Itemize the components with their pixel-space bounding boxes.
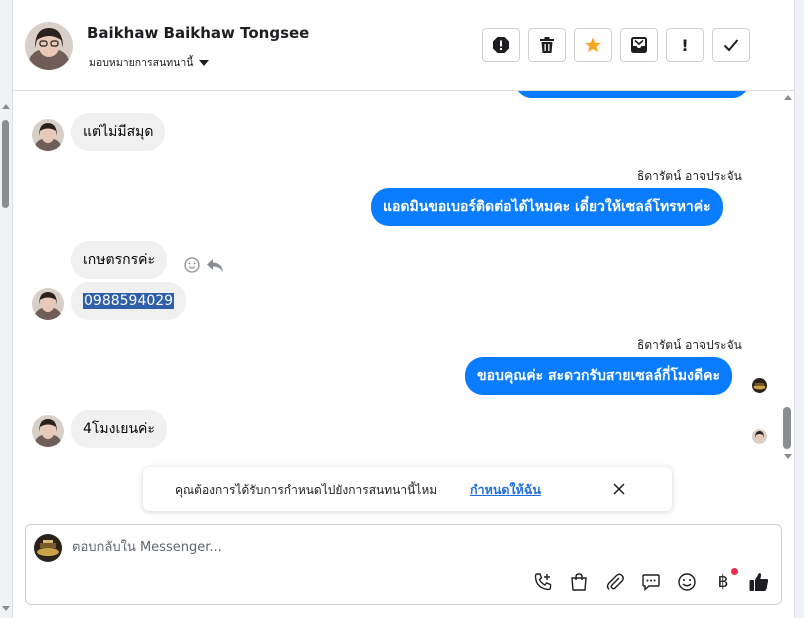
- message-bubble-incoming-phone[interactable]: 0988594029: [71, 282, 187, 320]
- scrollbar-thumb[interactable]: [783, 407, 791, 449]
- assign-suggestion-text: คุณต้องการได้รับการกำหนดไปยังการสนทนานี้…: [175, 483, 438, 497]
- message-hover-actions: [184, 257, 224, 273]
- call-add-icon: [534, 573, 552, 591]
- thumbs-up-icon: [749, 573, 769, 591]
- shopping-bag-icon: [571, 573, 587, 591]
- assign-to-me-link[interactable]: กำหนดให้ฉัน: [470, 480, 541, 500]
- scroll-down-arrow[interactable]: [784, 454, 792, 459]
- sender-avatar-image: [32, 415, 64, 447]
- message-bubble-cutoff: [515, 91, 749, 98]
- contact-avatar[interactable]: [25, 22, 73, 70]
- sender-avatar-image: [32, 119, 64, 151]
- star-button[interactable]: [574, 28, 612, 62]
- baht-payment-icon: ฿: [717, 572, 729, 592]
- right-pane-edge: [794, 0, 804, 618]
- paperclip-icon: [606, 573, 624, 590]
- emoji-button[interactable]: [676, 571, 698, 593]
- composer-toolbar: ฿: [532, 568, 770, 593]
- call-add-button[interactable]: [532, 571, 554, 593]
- scroll-up-arrow[interactable]: [784, 95, 792, 100]
- saved-replies-button[interactable]: [640, 571, 662, 593]
- assign-label: มอบหมายการสนทนานี้: [89, 57, 194, 69]
- mark-done-button[interactable]: [712, 28, 750, 62]
- mark-follow-up-button[interactable]: !: [666, 28, 704, 62]
- message-sender-name: ธิดารัตน์ อาจประจัน: [637, 338, 742, 352]
- reply-arrow-icon[interactable]: [206, 257, 224, 273]
- left-scrollbar-thumb[interactable]: [2, 120, 9, 208]
- sender-avatar-image: [32, 288, 64, 320]
- saved-replies-icon: [642, 574, 660, 592]
- check-icon: [723, 39, 739, 52]
- notification-dot: [731, 568, 738, 575]
- caret-down-icon: [199, 59, 210, 66]
- left-pane-edge: [0, 0, 13, 618]
- exclamation-icon: !: [681, 35, 689, 55]
- message-thread[interactable]: แต่ไม่มีสมุด ธิดารัตน์ อาจประจัน แอดมินข…: [13, 91, 781, 466]
- message-bubble-incoming[interactable]: แต่ไม่มีสมุด: [71, 113, 166, 151]
- emoji-icon: [678, 573, 696, 591]
- agent-avatar-image: [752, 378, 767, 393]
- page-avatar-image: [34, 534, 62, 562]
- contact-name[interactable]: Baikhaw Baikhaw Tongsee: [87, 24, 309, 42]
- message-bubble-incoming[interactable]: เกษตรกรค่ะ: [71, 241, 167, 279]
- react-emoji-icon[interactable]: [184, 257, 200, 273]
- contact-seen-image: [752, 429, 767, 444]
- like-button[interactable]: [748, 571, 770, 593]
- assign-suggestion-banner: คุณต้องการได้รับการกำหนดไปยังการสนทนานี้…: [143, 467, 672, 511]
- sender-avatar: [32, 119, 64, 151]
- seen-by-contact-avatar: [752, 429, 767, 444]
- selected-phone-number[interactable]: 0988594029: [83, 293, 175, 309]
- message-bubble-outgoing[interactable]: ขอบคุณค่ะ สะดวกรับสายเซลล์กี่โมงดีคะ: [465, 357, 732, 395]
- contact-avatar-image: [25, 22, 73, 70]
- move-to-inbox-button[interactable]: [620, 28, 658, 62]
- shop-button[interactable]: [568, 571, 590, 593]
- inbox-icon: [631, 37, 647, 53]
- sender-avatar: [32, 415, 64, 447]
- seen-by-agent-avatar: [752, 378, 767, 393]
- trash-icon: [540, 37, 554, 53]
- message-bubble-incoming[interactable]: 4โมงเยนค่ะ: [71, 410, 167, 448]
- star-icon: [585, 37, 601, 53]
- sender-avatar: [32, 288, 64, 320]
- page-avatar: [34, 534, 62, 562]
- assign-conversation-dropdown[interactable]: มอบหมายการสนทนานี้: [89, 54, 210, 71]
- report-spam-button[interactable]: [482, 28, 520, 62]
- conversation-header: Baikhaw Baikhaw Tongsee มอบหมายการสนทนาน…: [13, 0, 794, 91]
- left-scroll-down-arrow[interactable]: [2, 606, 10, 611]
- close-icon[interactable]: [611, 481, 627, 497]
- reply-input[interactable]: [72, 536, 672, 558]
- reply-composer: ฿: [25, 524, 782, 605]
- alert-circle-icon: [493, 37, 509, 53]
- left-scroll-up-arrow[interactable]: [2, 104, 10, 109]
- attach-button[interactable]: [604, 571, 626, 593]
- message-bubble-outgoing[interactable]: แอดมินขอเบอร์ติดต่อได้ไหมคะ เดี๋ยวให้เซล…: [371, 188, 723, 226]
- message-sender-name: ธิดารัตน์ อาจประจัน: [637, 169, 742, 183]
- conversation-actions: !: [482, 28, 750, 62]
- payment-button[interactable]: ฿: [712, 568, 738, 593]
- thread-scrollbar[interactable]: [781, 91, 794, 466]
- delete-button[interactable]: [528, 28, 566, 62]
